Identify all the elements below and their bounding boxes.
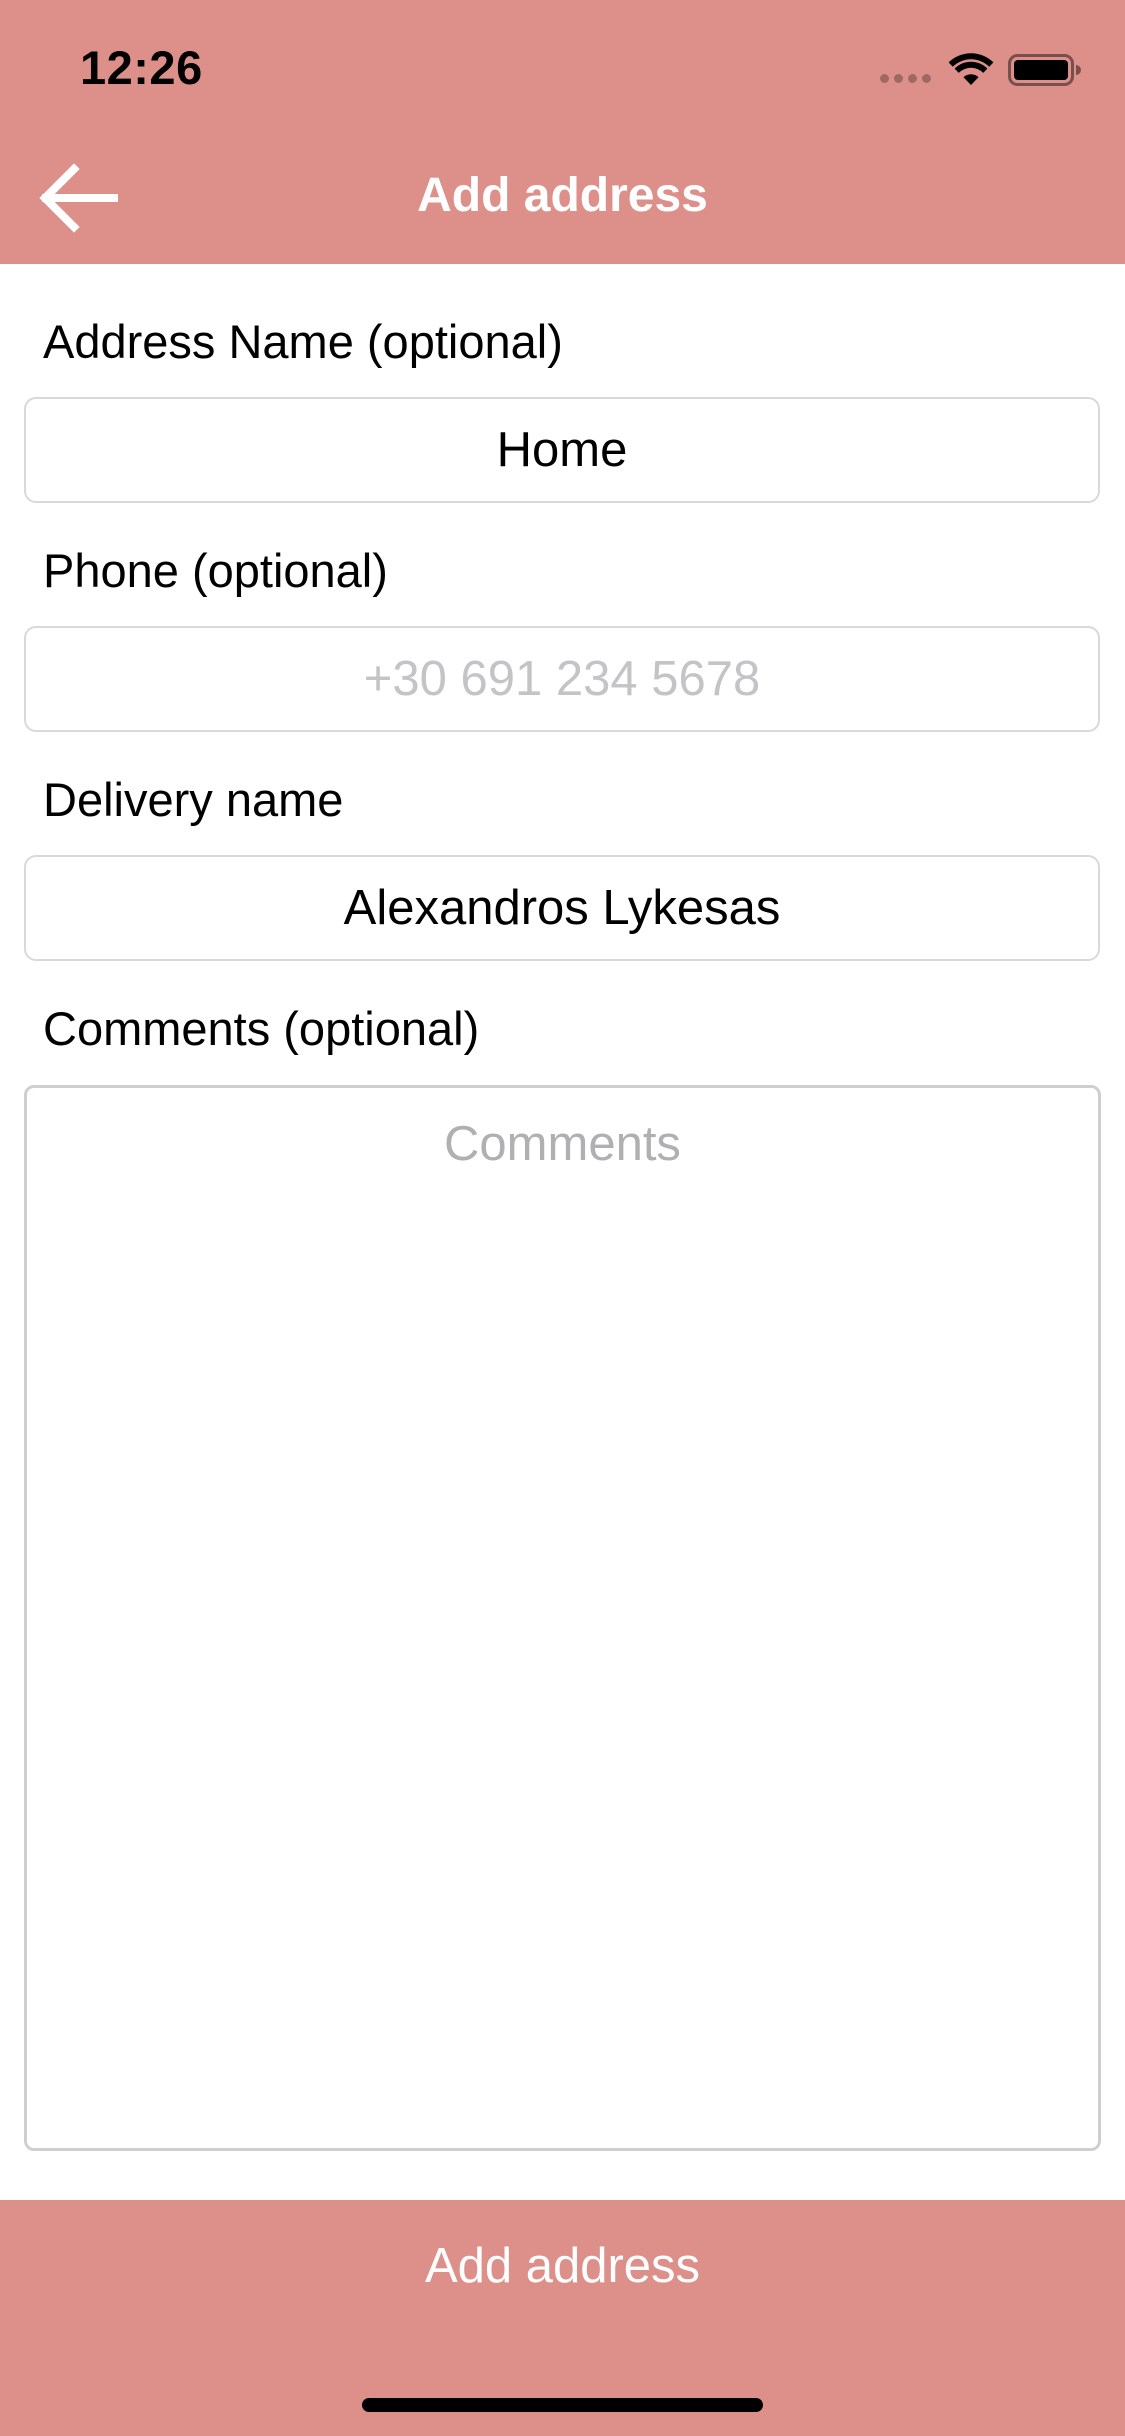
- battery-icon: [1008, 54, 1081, 86]
- delivery-name-input[interactable]: [24, 855, 1100, 961]
- comments-label: Comments (optional): [43, 1002, 480, 1055]
- page-title: Add address: [417, 169, 708, 222]
- status-bar-time: 12:26: [80, 41, 203, 94]
- navigation-header: 12:26 Add address: [0, 0, 1125, 264]
- add-address-button[interactable]: Add address: [0, 2200, 1125, 2332]
- phone-label: Phone (optional): [43, 544, 388, 597]
- wifi-icon: [948, 53, 994, 85]
- comments-textarea[interactable]: [24, 1085, 1101, 2151]
- cellular-signal-icon: [880, 74, 931, 83]
- bottom-bar: Add address: [0, 2200, 1125, 2436]
- delivery-name-label: Delivery name: [43, 773, 344, 826]
- address-name-label: Address Name (optional): [43, 315, 563, 368]
- phone-input[interactable]: [24, 626, 1100, 732]
- home-indicator: [362, 2398, 763, 2412]
- address-name-input[interactable]: [24, 397, 1100, 503]
